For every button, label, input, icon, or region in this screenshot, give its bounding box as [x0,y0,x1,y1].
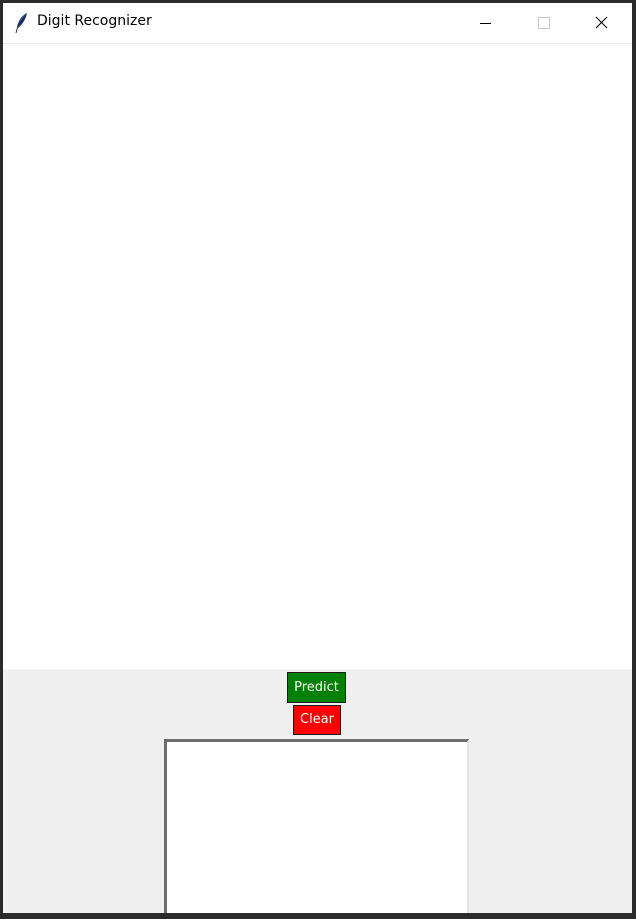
maximize-icon [538,17,550,29]
window-title: Digit Recognizer [37,13,152,29]
minimize-icon [480,23,491,24]
clear-button[interactable]: Clear [293,705,341,735]
minimize-button[interactable] [456,3,514,43]
feather-icon [15,12,29,34]
predict-button[interactable]: Predict [287,672,346,703]
drawing-canvas[interactable] [3,44,632,669]
title-bar[interactable]: Digit Recognizer [3,3,632,44]
maximize-button[interactable] [514,3,572,43]
close-icon [595,16,608,29]
close-button[interactable] [572,3,630,43]
control-panel: Predict Clear [3,669,632,913]
app-window: Digit Recognizer Predict Clear [3,3,632,913]
result-text-box[interactable] [164,739,469,913]
